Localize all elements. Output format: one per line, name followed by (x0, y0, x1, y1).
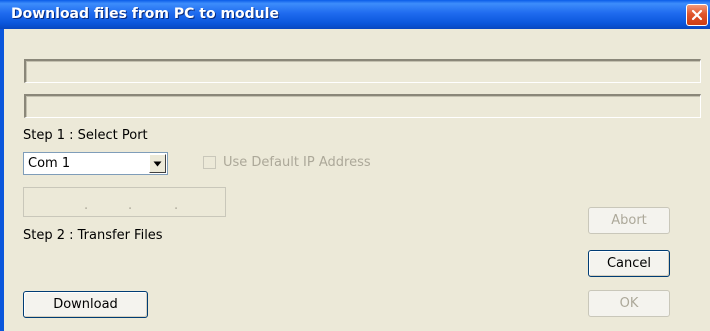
window-title: Download files from PC to module (11, 6, 279, 22)
port-select-value: Com 1 (28, 156, 71, 171)
ok-button[interactable]: OK (588, 290, 670, 317)
destination-path-field (24, 94, 701, 118)
ip-separator: . (84, 198, 89, 213)
port-select-dropdown-button[interactable] (149, 154, 166, 173)
download-button[interactable]: Download (23, 291, 148, 318)
ip-address-field[interactable]: . . . (23, 187, 226, 217)
step2-label: Step 2 : Transfer Files (23, 228, 163, 243)
port-select[interactable]: Com 1 (23, 152, 168, 175)
use-default-ip-label: Use Default IP Address (223, 155, 371, 170)
source-path-field (24, 59, 701, 83)
step1-label: Step 1 : Select Port (23, 128, 148, 143)
close-icon (691, 9, 703, 21)
ip-separator: . (128, 198, 133, 213)
ip-separator: . (174, 198, 179, 213)
chevron-down-icon (153, 161, 162, 166)
use-default-ip-checkbox[interactable] (203, 156, 216, 169)
close-button[interactable] (686, 4, 708, 26)
window-frame-left (0, 29, 4, 331)
cancel-button[interactable]: Cancel (588, 250, 670, 277)
download-dialog: Download files from PC to module Step 1 … (0, 0, 710, 331)
abort-button[interactable]: Abort (588, 207, 670, 234)
title-bar[interactable]: Download files from PC to module (0, 0, 710, 29)
